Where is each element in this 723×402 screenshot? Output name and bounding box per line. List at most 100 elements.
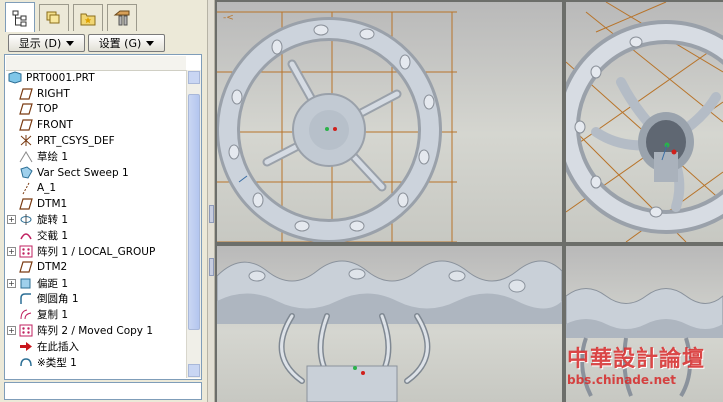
tree-item[interactable]: + 偏距 1 [7, 276, 187, 291]
tree-item-label: 草绘 1 [37, 151, 69, 164]
status-field [4, 382, 202, 400]
datum-plane-icon [18, 87, 34, 101]
chevron-down-icon [146, 40, 155, 46]
splitter-grip-icon[interactable] [209, 205, 214, 223]
intersect-icon [18, 229, 34, 243]
feature-type-icon [18, 355, 34, 369]
model-tree-panel: 显示 (D) 设置 (G) PRT0001.PRT RIGHT TOP FRONT P… [0, 0, 207, 402]
round-icon [18, 292, 34, 306]
datum-plane-icon [18, 118, 34, 132]
show-dropdown-label: 显示 (D) [18, 37, 62, 50]
coordinate-system-icon [18, 134, 34, 148]
connections-icon [113, 10, 130, 26]
splitter-grip-icon[interactable] [209, 258, 214, 276]
tree-item-label: 倒圆角 1 [37, 293, 79, 306]
tree-root-label: PRT0001.PRT [26, 71, 95, 84]
tree-item[interactable]: TOP [7, 102, 187, 117]
revolve-icon [18, 213, 34, 227]
tree-item[interactable]: RIGHT [7, 86, 187, 101]
watermark: 中華設計論壇 bbs.chinade.net [567, 346, 717, 394]
pattern-icon [18, 245, 34, 259]
tree-item-label: 旋转 1 [37, 214, 69, 227]
expand-icon[interactable]: + [7, 247, 16, 256]
tree-item-label: 阵列 1 / LOCAL_GROUP [37, 246, 156, 258]
tree-item[interactable]: + 阵列 2 / Moved Copy 1 [7, 323, 187, 338]
model-tree-tab[interactable] [5, 2, 35, 32]
show-dropdown[interactable]: 显示 (D) [8, 34, 85, 52]
tree-item-label: DTM2 [37, 261, 68, 274]
tree-item[interactable]: 交截 1 [7, 228, 187, 243]
graphics-area[interactable]: -< 中華設計論壇 bbs.chinade.net [215, 0, 723, 402]
viewport-front[interactable]: -< [217, 2, 562, 242]
copy-icon [18, 308, 34, 322]
datum-axis-icon [18, 181, 34, 195]
expand-icon[interactable]: + [7, 215, 16, 225]
panel-splitter[interactable] [207, 0, 215, 402]
sketch-icon [18, 150, 34, 164]
viewport-iso[interactable] [566, 2, 723, 242]
tree-item[interactable]: A_1 [7, 181, 187, 196]
expand-icon[interactable]: + [7, 326, 16, 335]
tree-item[interactable]: 复制 1 [7, 307, 187, 322]
tree-header-strip [6, 56, 186, 71]
tree-item-label: A_1 [37, 182, 57, 195]
tree-item[interactable]: DTM2 [7, 260, 187, 275]
expand-icon[interactable]: + [7, 278, 16, 288]
tree-item[interactable]: + 阵列 1 / LOCAL_GROUP [7, 244, 187, 259]
pattern-icon [18, 324, 34, 338]
connections-tab[interactable] [107, 4, 137, 31]
favorites-tab[interactable] [73, 4, 103, 31]
watermark-url: bbs.chinade.net [567, 373, 676, 387]
folder-icon [46, 11, 60, 24]
tree-item[interactable]: Var Sect Sweep 1 [7, 165, 187, 180]
tree-item[interactable]: 倒圆角 1 [7, 291, 187, 306]
tree-item[interactable]: FRONT [7, 118, 187, 133]
tree-item[interactable]: + 旋转 1 [7, 212, 187, 227]
tree-item-label: 复制 1 [37, 309, 69, 322]
tree-item[interactable]: 在此插入 [7, 339, 187, 354]
viewport-side[interactable] [217, 246, 562, 402]
insert-here-arrow-icon [18, 339, 34, 353]
chevron-down-icon [66, 40, 75, 46]
tree-root[interactable]: PRT0001.PRT [7, 70, 187, 85]
tree-item[interactable]: ※类型 1 [7, 355, 187, 370]
tree-item[interactable]: DTM1 [7, 197, 187, 212]
scrollbar-thumb[interactable] [188, 94, 200, 330]
svg-text:-<: -< [223, 13, 234, 23]
tree-item-label: RIGHT [37, 87, 70, 100]
folder-browser-tab[interactable] [39, 4, 69, 31]
tree-item-label: ※类型 1 [37, 356, 77, 369]
tree-item-label: FRONT [37, 119, 73, 132]
part-icon [7, 71, 23, 85]
datum-plane-icon [18, 260, 34, 274]
tree-item-label: TOP [37, 103, 59, 116]
settings-dropdown-label: 设置 (G) [98, 37, 142, 50]
settings-dropdown[interactable]: 设置 (G) [88, 34, 165, 52]
tree-item-label: Var Sect Sweep 1 [37, 166, 129, 179]
tree-item-label: 偏距 1 [37, 277, 69, 290]
scroll-up-button[interactable] [188, 71, 200, 84]
scroll-down-button[interactable] [188, 364, 200, 377]
datum-plane-icon [18, 197, 34, 211]
tree-item[interactable]: PRT_CSYS_DEF [7, 133, 187, 148]
watermark-title: 中華設計論壇 [567, 346, 706, 372]
offset-icon [18, 276, 34, 290]
tree-item-label: 交截 1 [37, 230, 69, 243]
favorites-icon [80, 13, 96, 26]
tree-item-label: 在此插入 [37, 340, 79, 353]
tree-item[interactable]: 草绘 1 [7, 149, 187, 164]
model-tree-icon [12, 10, 27, 26]
tree-scrollbar[interactable] [186, 70, 201, 378]
tree-item-label: DTM1 [37, 198, 68, 211]
